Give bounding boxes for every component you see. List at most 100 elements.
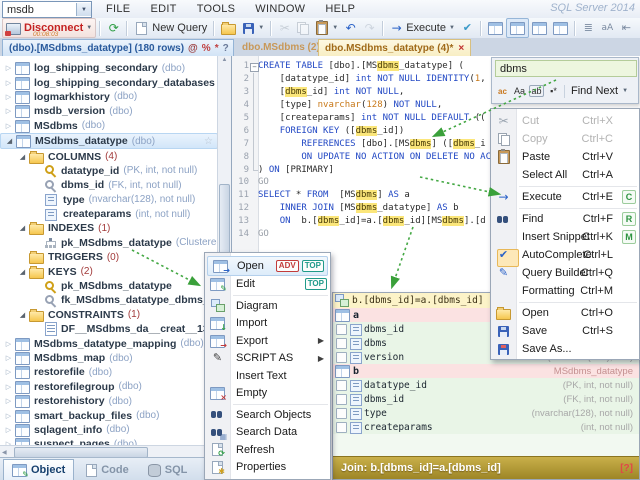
help-link[interactable]: [?] xyxy=(620,463,633,474)
tree-item-dbms_id[interactable]: dbms_id (FK, int, not null) xyxy=(0,178,218,192)
tree-item-smart_backup_files[interactable]: ▷ smart_backup_files (dbo) xyxy=(0,408,218,423)
results-text-button[interactable] xyxy=(505,18,529,38)
tree-item-logmarkhistory[interactable]: ▷ logmarkhistory (dbo) xyxy=(0,90,218,104)
suggestion-column-type[interactable]: type (nvarchar(128), not null) xyxy=(333,406,639,420)
tree-item-restorefile[interactable]: ▷ restorefile (dbo) xyxy=(0,365,218,380)
results-grid-button[interactable] xyxy=(485,19,506,37)
tree-item-sqlagent_info[interactable]: ▷ sqlagent_info (dbo) xyxy=(0,423,218,437)
editor-menu-item-autocomplete[interactable]: ✔ AutoComplete Ctrl+L xyxy=(491,246,639,267)
tree-item-MSdbms_map[interactable]: ▷ MSdbms_map (dbo) xyxy=(0,351,218,365)
parse-check-button[interactable]: ✔ xyxy=(458,19,477,37)
expander-expanded-icon[interactable]: ◢ xyxy=(3,137,16,145)
expander-collapsed-icon[interactable]: ▷ xyxy=(2,426,15,434)
tree-menu-item-diagram[interactable]: Diagram xyxy=(205,297,330,315)
database-selector[interactable]: msdb ▼ xyxy=(2,1,92,18)
editor-menu-item-execute[interactable]: → Execute Ctrl+E C xyxy=(491,188,639,206)
tree-item-INDEXES[interactable]: ◢ INDEXES (1) xyxy=(0,221,218,236)
expander-collapsed-icon[interactable]: ▷ xyxy=(2,64,15,72)
favorite-star-icon[interactable]: ☆ xyxy=(204,136,213,147)
expander-expanded-icon[interactable]: ◢ xyxy=(16,311,29,319)
expander-collapsed-icon[interactable]: ▷ xyxy=(2,93,15,101)
expander-collapsed-icon[interactable]: ▷ xyxy=(2,340,15,348)
chevron-down-icon[interactable]: ▼ xyxy=(258,25,264,31)
tree-item-type[interactable]: type (nvarchar(128), not null) xyxy=(0,193,218,207)
panel-tab-code[interactable]: Code xyxy=(76,460,137,480)
tree-item-COLUMNS[interactable]: ◢ COLUMNS (4) xyxy=(0,149,218,164)
whole-word-button[interactable]: ab xyxy=(528,83,545,99)
tree-menu-item-import[interactable]: ↓ Import xyxy=(205,315,330,333)
editor-menu-item-copy[interactable]: Copy Ctrl+C xyxy=(491,130,639,148)
tree-item-createparams[interactable]: createparams (int, not null) xyxy=(0,207,218,221)
expander-collapsed-icon[interactable]: ▷ xyxy=(2,354,15,362)
fold-collapse-icon[interactable]: − xyxy=(250,62,259,72)
match-case-button[interactable]: Aa xyxy=(511,83,528,99)
tree-item-MSdbms_datatype[interactable]: ◢ MSdbms_datatype (dbo) ☆ xyxy=(0,132,218,150)
tree-item-log_shipping_secondary_databases[interactable]: ▷log_shipping_secondary_databases(dbo) xyxy=(0,75,218,90)
tree-item-fk_MSdbms_datatype_dbms_id[interactable]: fk_MSdbms_datatype_dbms_id xyxy=(0,293,218,307)
tab-glyph-icon[interactable]: @ xyxy=(188,43,198,54)
tab-editor-1[interactable]: dbo.MSdbms (2) xyxy=(236,39,326,55)
menu-item-window[interactable]: WINDOW xyxy=(245,3,315,15)
suggestion-column-dbms_id[interactable]: dbms_id (FK, int, not null) xyxy=(333,392,639,406)
expander-collapsed-icon[interactable]: ▷ xyxy=(2,368,15,376)
results-file-button[interactable] xyxy=(529,19,550,37)
tree-menu-item-search-data[interactable]: ▦ Search Data xyxy=(205,424,330,442)
tree-item-DF__MSdbms_da__creat__1367E60[interactable]: DF__MSdbms_da__creat__1367E60 xyxy=(0,322,218,337)
open-folder-button[interactable] xyxy=(218,19,239,37)
tree-item-log_shipping_secondary[interactable]: ▷ log_shipping_secondary (dbo) xyxy=(0,61,218,76)
editor-menu-item-save[interactable]: Save Ctrl+S xyxy=(491,322,639,340)
tab-glyph-icon[interactable]: % xyxy=(202,43,211,54)
tree-item-restorehistory[interactable]: ▷ restorehistory (dbo) xyxy=(0,394,218,409)
tree-menu-item-export[interactable]: → Export ▶ xyxy=(205,332,330,350)
tree-item-datatype_id[interactable]: datatype_id (PK, int, not null) xyxy=(0,164,218,178)
editor-menu-item-select-all[interactable]: Select All Ctrl+A xyxy=(491,166,639,184)
tree-menu-item-insert-text[interactable]: Insert Text xyxy=(205,367,330,385)
editor-menu-item-insert-snippet[interactable]: Insert Snippet Ctrl+K M xyxy=(491,228,639,246)
tree-menu-item-open[interactable]: → Open ADV TOP xyxy=(207,256,328,276)
chevron-down-icon[interactable]: ▼ xyxy=(86,25,92,31)
expander-expanded-icon[interactable]: ◢ xyxy=(16,224,29,232)
redo-arrow-button[interactable]: ↷ xyxy=(360,19,379,37)
paste-clipboard-button[interactable]: ▼ xyxy=(312,19,341,37)
editor-menu-item-save-as[interactable]: Save As... xyxy=(491,340,639,358)
tree-menu-item-properties[interactable]: ✱ Properties xyxy=(205,459,330,477)
chevron-down-icon[interactable]: ▼ xyxy=(76,3,91,16)
editor-menu-item-formatting[interactable]: Formatting Ctrl+M xyxy=(491,282,639,300)
expander-collapsed-icon[interactable]: ▷ xyxy=(2,383,15,391)
regex-button[interactable]: ▪* xyxy=(545,83,562,99)
panel-tab-sql[interactable]: SQL xyxy=(139,460,196,480)
indent-decrease-button[interactable]: ⇤ xyxy=(617,19,636,37)
results-new-button[interactable] xyxy=(550,19,571,37)
tree-item-MSdbms_datatype_mapping[interactable]: ▷ MSdbms_datatype_mapping (dbo) xyxy=(0,336,218,351)
chevron-down-icon[interactable]: ▼ xyxy=(622,88,628,94)
execute-arrow-button[interactable]: → Execute ▼ xyxy=(387,19,458,37)
align-lines-button[interactable]: ≣ xyxy=(579,19,598,37)
tree-item-TRIGGERS[interactable]: TRIGGERS (0) xyxy=(0,250,218,265)
new-query-document-button[interactable]: New Query xyxy=(131,19,210,37)
tree-menu-item-refresh[interactable]: ⟳ Refresh xyxy=(205,441,330,459)
expander-collapsed-icon[interactable]: ▷ xyxy=(2,122,15,130)
tree-item-msdb_version[interactable]: ▷ msdb_version (dbo) xyxy=(0,104,218,119)
uppercase-letters-button[interactable]: aA xyxy=(598,19,617,37)
tab-glyph-icon[interactable]: * xyxy=(215,43,219,54)
editor-menu-item-paste[interactable]: Paste Ctrl+V xyxy=(491,148,639,166)
tree-item-restorefilegroup[interactable]: ▷ restorefilegroup (dbo) xyxy=(0,380,218,394)
expander-expanded-icon[interactable]: ◢ xyxy=(16,268,29,276)
tree-menu-item-script-as[interactable]: ✎ SCRIPT AS ▶ xyxy=(205,350,330,368)
find-next-button[interactable]: Find Next xyxy=(571,85,618,97)
tree-item-CONSTRAINTS[interactable]: ◢ CONSTRAINTS (1) xyxy=(0,308,218,322)
suggestion-column-createparams[interactable]: createparams (int, not null) xyxy=(333,420,639,434)
tree-item-pk_MSdbms_datatype[interactable]: pk_MSdbms_datatype(Clustered) xyxy=(0,236,218,250)
editor-menu-item-find[interactable]: Find Ctrl+F R xyxy=(491,210,639,228)
expander-collapsed-icon[interactable]: ▷ xyxy=(2,397,15,405)
tree-item-pk_MSdbms_datatype[interactable]: pk_MSdbms_datatype xyxy=(0,279,218,293)
search-input[interactable] xyxy=(495,60,637,77)
expander-collapsed-icon[interactable]: ▷ xyxy=(2,412,15,420)
suggestion-column-datatype_id[interactable]: datatype_id (PK, int, not null) xyxy=(333,378,639,392)
replace-toggle-button[interactable]: ac xyxy=(494,83,511,99)
undo-arrow-button[interactable]: ↶ xyxy=(341,19,360,37)
expander-collapsed-icon[interactable]: ▷ xyxy=(2,79,15,87)
chevron-down-icon[interactable]: ▼ xyxy=(332,25,338,31)
menu-item-help[interactable]: HELP xyxy=(315,3,365,15)
editor-menu-item-query-builder[interactable]: ✎ Query Builder Ctrl+Q xyxy=(491,264,639,282)
